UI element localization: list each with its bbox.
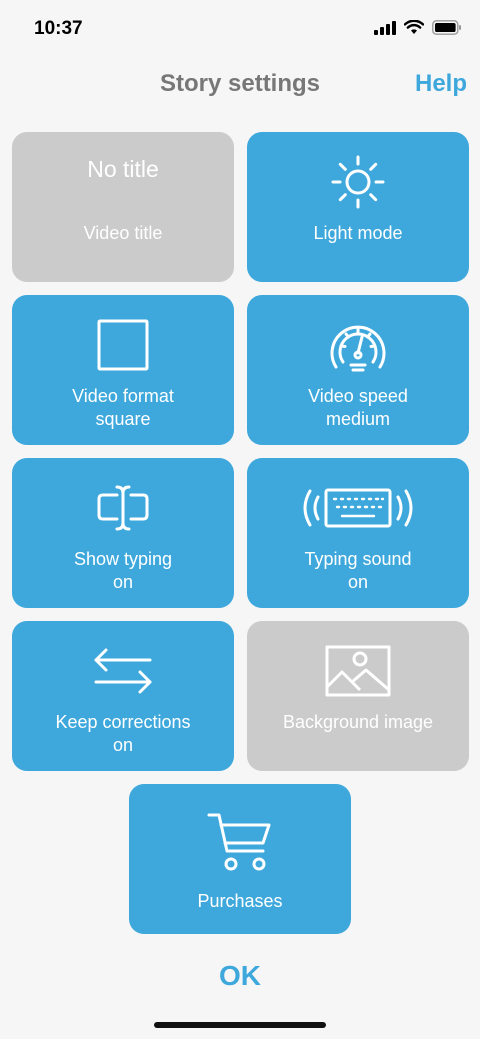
background-image-label-text: Background image (282, 712, 434, 732)
video-format-label-line1: Video format (72, 386, 174, 406)
help-button[interactable]: Help (415, 70, 467, 98)
video-format-label-line2: square (95, 409, 151, 429)
home-indicator[interactable] (154, 1022, 326, 1028)
status-time: 10:37 (34, 18, 83, 39)
purchases-label-text: Purchases (197, 891, 283, 911)
show-typing-label: Show typing on (18, 548, 228, 594)
light-mode-label: Light mode (253, 222, 463, 245)
typing-sound-tile[interactable]: Typing sound on (247, 458, 469, 608)
video-title-label-text: Video title (83, 223, 163, 243)
video-title-tile[interactable]: No title Video title (12, 132, 234, 282)
keyboard-sound-icon (247, 472, 469, 544)
keep-corrections-label-line1: Keep corrections (55, 712, 191, 732)
speedometer-icon (247, 309, 469, 381)
video-title-label: Video title (18, 222, 228, 245)
keep-corrections-label-line2: on (112, 735, 134, 755)
light-mode-tile[interactable]: Light mode (247, 132, 469, 282)
video-speed-tile[interactable]: Video speed medium (247, 295, 469, 445)
typing-sound-label: Typing sound on (253, 548, 463, 594)
page-title: Story settings (159, 70, 321, 97)
video-speed-label: Video speed medium (253, 385, 463, 431)
video-format-label: Video format square (18, 385, 228, 431)
background-image-tile[interactable]: Background image (247, 621, 469, 771)
header: Story settings Help (0, 66, 480, 106)
background-image-label: Background image (253, 711, 463, 734)
video-speed-label-line1: Video speed (308, 386, 408, 406)
show-typing-label-line2: on (112, 572, 134, 592)
keep-corrections-tile[interactable]: Keep corrections on (12, 621, 234, 771)
cart-icon (129, 806, 351, 878)
typing-sound-label-line1: Typing sound (304, 549, 412, 569)
purchases-tile[interactable]: Purchases (129, 784, 351, 934)
status-bar: 10:37 (0, 0, 480, 60)
image-icon (247, 635, 469, 707)
square-icon (12, 309, 234, 381)
show-typing-label-line1: Show typing (73, 549, 173, 569)
wifi-icon (404, 20, 424, 34)
show-typing-tile[interactable]: Show typing on (12, 458, 234, 608)
text-cursor-icon (12, 472, 234, 544)
keep-corrections-label: Keep corrections on (18, 711, 228, 757)
light-mode-label-text: Light mode (313, 223, 403, 243)
battery-icon (432, 20, 461, 35)
status-icons (374, 20, 462, 35)
sun-icon (247, 146, 469, 218)
swap-arrows-icon (12, 635, 234, 707)
typing-sound-label-line2: on (347, 572, 369, 592)
signal-icon (374, 20, 396, 35)
ok-button[interactable]: OK (0, 960, 480, 992)
purchases-label: Purchases (135, 890, 345, 913)
video-speed-label-line2: medium (325, 409, 391, 429)
video-format-tile[interactable]: Video format square (12, 295, 234, 445)
video-title-value: No title (87, 156, 159, 182)
